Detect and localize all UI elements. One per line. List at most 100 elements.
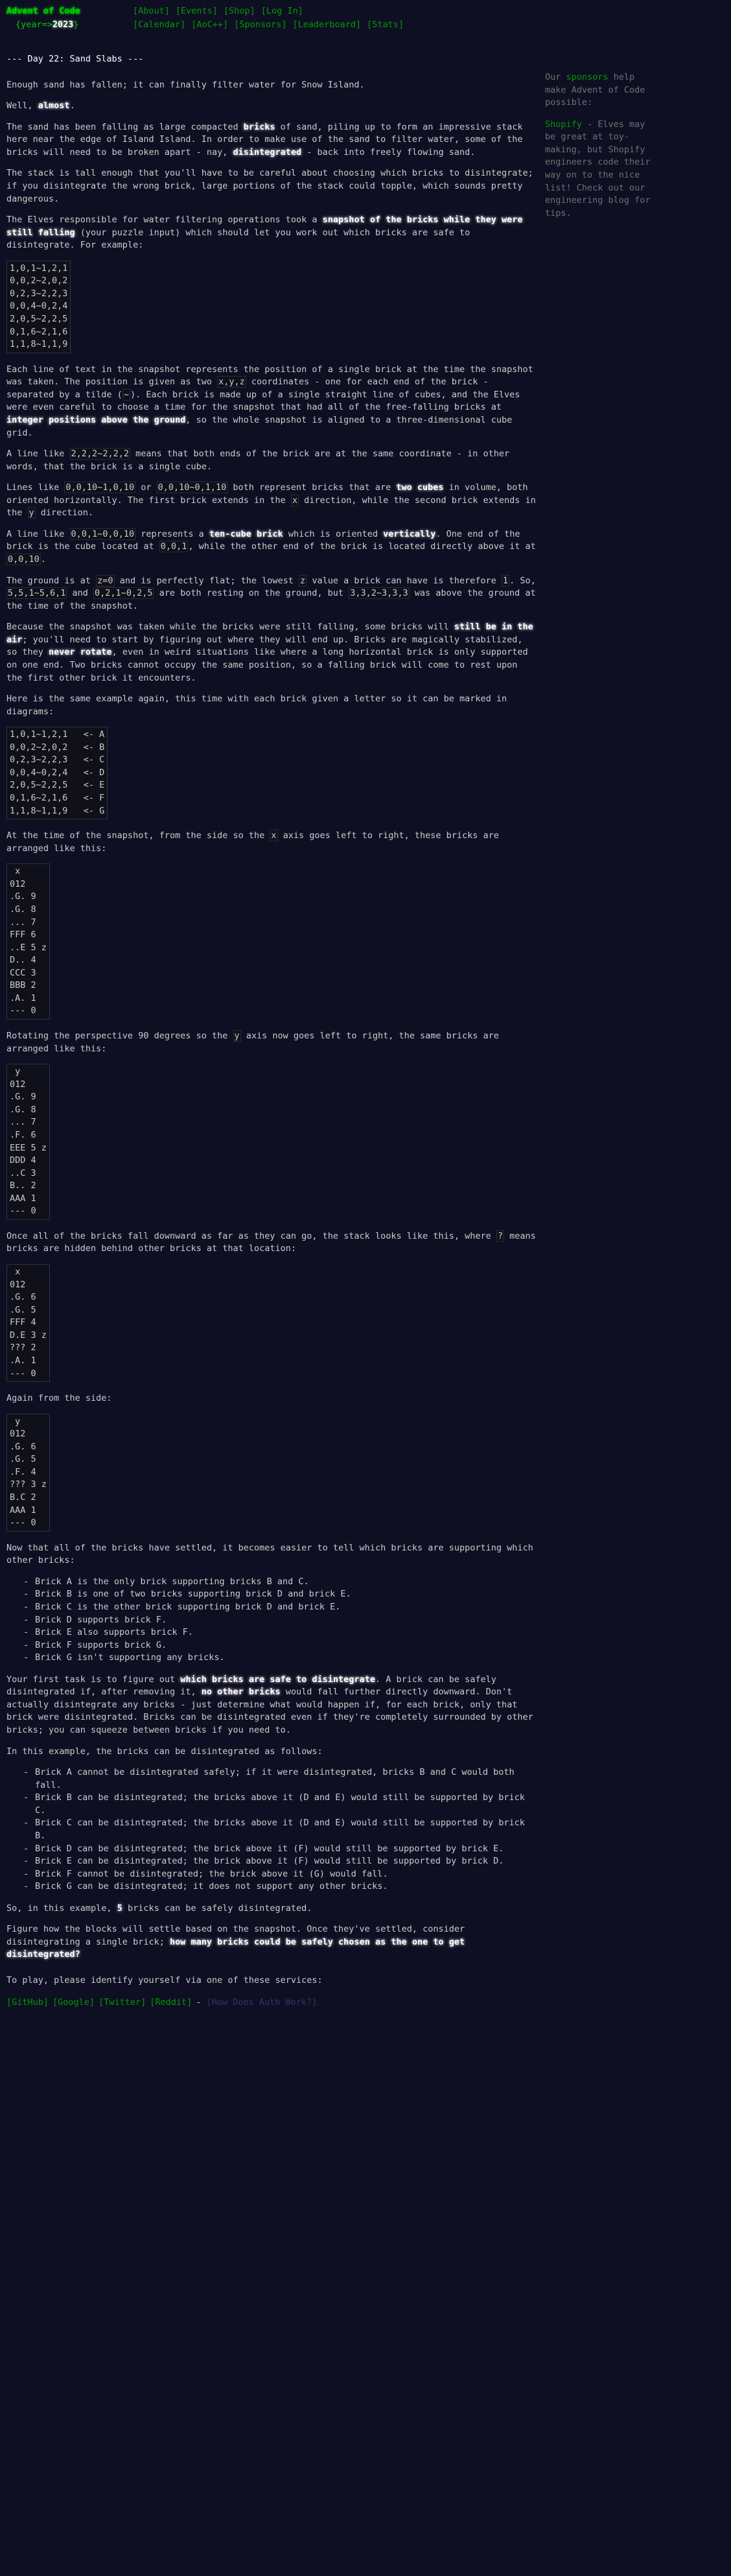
- list-item: Brick G can be disintegrated; it does no…: [23, 1880, 538, 1893]
- nav-shop[interactable]: [Shop]: [224, 6, 255, 16]
- text: or: [135, 482, 157, 493]
- text: Once all of the bricks fall downward as …: [6, 1230, 496, 1241]
- auth-separator: -: [196, 1996, 207, 2008]
- emphasis: bricks: [243, 121, 275, 132]
- list-item: Brick A is the only brick supporting bri…: [23, 1576, 538, 1589]
- paragraph: Well, almost.: [6, 100, 538, 113]
- emphasis: never rotate: [49, 647, 112, 658]
- text: and is perfectly flat; the lowest: [114, 575, 299, 586]
- auth-help-link[interactable]: [How Does Auth Work?]: [207, 1997, 318, 2008]
- text: both represent bricks that are: [227, 482, 397, 493]
- nav-leaderboard[interactable]: [Leaderboard]: [292, 19, 361, 30]
- emphasis: 5: [117, 1903, 122, 1914]
- text: The ground is at: [6, 575, 97, 586]
- sponsor-ad-text: - Elves may be great at toy-making, but …: [545, 119, 651, 218]
- diagram-y-settled: y 012 .G. 6 .G. 5 .F. 4 ??? 3 z B.C 2 AA…: [6, 1413, 50, 1532]
- header-row-1: Advent of Code [About] [Events] [Shop] [Log …: [6, 5, 725, 19]
- sponsor-shopify-link[interactable]: Shopify: [545, 119, 582, 130]
- paragraph: Enough sand has fallen; it can finally f…: [6, 79, 365, 90]
- year-prefix: {year=>: [16, 19, 52, 30]
- lettered-snapshot-code: 1,0,1~1,2,1 <- A 0,0,2~2,0,2 <- B 0,2,3~…: [6, 727, 108, 820]
- text: value a brick can have is therefore: [307, 575, 502, 586]
- text: Lines like: [6, 482, 65, 493]
- list-item: Brick D supports brick F.: [23, 1614, 538, 1627]
- auth-google-link[interactable]: [Google]: [52, 1997, 95, 2008]
- text: represents a: [135, 528, 209, 539]
- list-item: Brick E can be disintegrated; the brick …: [23, 1855, 538, 1868]
- disintegrate-list: Brick A cannot be disintegrated safely; …: [6, 1766, 538, 1893]
- text: The sand has been falling as large compa…: [6, 121, 244, 132]
- text: A line like: [6, 528, 70, 539]
- text: So, in this example,: [6, 1903, 117, 1914]
- inline-code: 0,2,1~0,2,5: [93, 587, 154, 600]
- inline-code: 2,2,2~2,2,2: [69, 448, 130, 460]
- paragraph: Again from the side:: [6, 1393, 112, 1404]
- year-nav: [Calendar] [AoC++] [Sponsors] [Leaderboard]…: [133, 19, 410, 30]
- nav-stats[interactable]: [Stats]: [367, 19, 404, 30]
- nav-about[interactable]: [About]: [133, 6, 170, 16]
- list-item: Brick F cannot be disintegrated; the bri…: [23, 1868, 538, 1881]
- year-suffix: }: [73, 19, 79, 30]
- main-nav: [About] [Events] [Shop] [Log In]: [133, 6, 309, 16]
- paragraph: The stack is tall enough that you'll hav…: [6, 168, 533, 204]
- inline-code: y: [27, 507, 36, 519]
- text: . So,: [509, 575, 536, 586]
- paragraph: The ground is at z=0 and is perfectly fl…: [6, 574, 538, 613]
- paragraph: So, in this example, 5 bricks can be saf…: [6, 1903, 538, 1915]
- paragraph: Each line of text in the snapshot repres…: [6, 364, 538, 439]
- text: At the time of the snapshot, from the si…: [6, 830, 270, 841]
- nav-aocplusplus[interactable]: [AoC++]: [191, 19, 228, 30]
- auth-github-link[interactable]: [GitHub]: [6, 1997, 49, 2008]
- sponsors-link[interactable]: sponsors: [566, 72, 609, 82]
- inline-code: 0,0,1: [159, 541, 189, 553]
- paragraph: Here is the same example again, this tim…: [6, 694, 507, 717]
- year-logo[interactable]: {year=>2023}: [6, 19, 133, 32]
- year-value: 2023: [52, 19, 74, 30]
- puzzle-title: --- Day 22: Sand Slabs ---: [6, 54, 144, 64]
- emphasis: disintegrated: [233, 146, 302, 158]
- nav-login[interactable]: [Log In]: [261, 6, 303, 16]
- text: (your puzzle input) which should let you…: [6, 227, 470, 251]
- nav-calendar[interactable]: [Calendar]: [133, 19, 185, 30]
- sponsor-sidebar: Our sponsors help make Advent of Code po…: [545, 71, 652, 229]
- inline-code: y: [233, 1030, 241, 1042]
- list-item: Brick D can be disintegrated; the brick …: [23, 1843, 538, 1856]
- paragraph: Lines like 0,0,10~1,0,10 or 0,0,10~0,1,1…: [6, 482, 538, 520]
- paragraph: A line like 2,2,2~2,2,2 means that both …: [6, 448, 538, 473]
- site-logo[interactable]: Advent of Code: [6, 5, 133, 18]
- emphasis: no other bricks: [201, 1687, 281, 1698]
- inline-code: z=0: [96, 574, 115, 587]
- text: - back into freely flowing sand.: [301, 146, 476, 158]
- list-item: Brick B is one of two bricks supporting …: [23, 1588, 538, 1601]
- inline-code: 5,5,1~5,6,1: [6, 587, 67, 600]
- inline-code: x: [270, 830, 278, 842]
- paragraph: In this example, the bricks can be disin…: [6, 1746, 323, 1757]
- auth-twitter-link[interactable]: [Twitter]: [99, 1997, 146, 2008]
- auth-reddit-link[interactable]: [Reddit]: [150, 1997, 192, 2008]
- text: A line like: [6, 449, 70, 460]
- text: which is oriented: [283, 528, 384, 539]
- text: Rotating the perspective 90 degrees so t…: [6, 1031, 233, 1041]
- text: are both resting on the ground, but: [154, 588, 349, 599]
- paragraph: Rotating the perspective 90 degrees so t…: [6, 1030, 538, 1055]
- inline-code: z: [299, 574, 307, 587]
- text: The Elves responsible for water filterin…: [6, 215, 323, 226]
- text: Because the snapshot was taken while the…: [6, 622, 454, 633]
- inline-code: 0,0,10~1,0,10: [64, 482, 136, 494]
- list-item: Brick A cannot be disintegrated safely; …: [23, 1766, 538, 1792]
- nav-events[interactable]: [Events]: [176, 6, 218, 16]
- inline-code: 0,0,1~0,0,10: [69, 528, 136, 540]
- list-item: Brick C is the other brick supporting br…: [23, 1601, 538, 1614]
- text: .: [40, 554, 46, 565]
- inline-code: ?: [496, 1230, 505, 1242]
- diagram-x-settled: x 012 .G. 6 .G. 5 FFF 4 D.E 3 z ??? 2 .A…: [6, 1264, 50, 1383]
- list-item: Brick G isn't supporting any bricks.: [23, 1652, 538, 1665]
- inline-code: 1: [501, 574, 510, 587]
- text: direction.: [35, 508, 94, 519]
- list-item: Brick F supports brick G.: [23, 1639, 538, 1652]
- emphasis: ten-cube brick: [209, 528, 283, 539]
- nav-sponsors[interactable]: [Sponsors]: [234, 19, 286, 30]
- emphasis: vertically: [383, 528, 436, 539]
- page-layout: Our sponsors help make Advent of Code po…: [0, 53, 731, 2009]
- auth-links: [GitHub] [Google] [Twitter] [Reddit] - [How …: [6, 1996, 538, 2009]
